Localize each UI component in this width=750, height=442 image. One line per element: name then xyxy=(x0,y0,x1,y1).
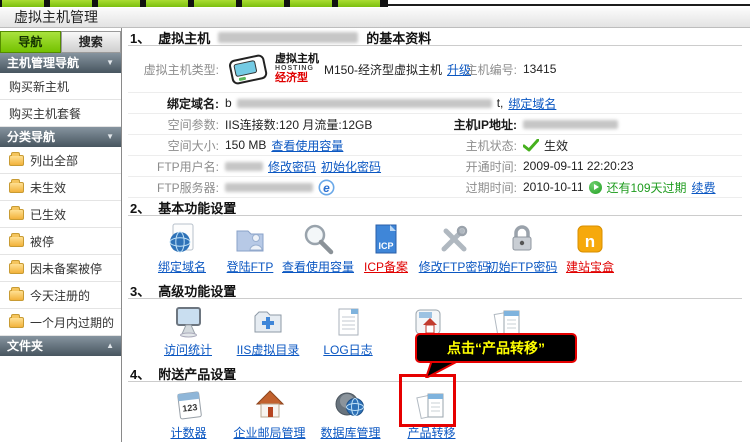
func-sitebuilder-box[interactable]: n 建站宝盒 xyxy=(556,222,624,275)
sidebar-section-host-management[interactable]: 主机管理导航 ▼ xyxy=(0,53,121,73)
censored-ip xyxy=(523,120,618,129)
padlock-icon xyxy=(505,222,539,256)
sidebar-item-stopped-no-icp[interactable]: 因未备案被停 xyxy=(0,255,121,282)
hosting-device-icon xyxy=(225,51,271,87)
bind-domain-link[interactable]: 绑定域名 xyxy=(508,95,556,112)
svg-text:ICP: ICP xyxy=(378,241,393,251)
sidebar-item-registered-today[interactable]: 今天注册的 xyxy=(0,282,121,309)
sidebar-item-inactive[interactable]: 未生效 xyxy=(0,174,121,201)
sidebar-section-category-nav[interactable]: 分类导航 ▼ xyxy=(0,127,121,147)
folder-icon xyxy=(9,236,24,247)
sidebar-item-buy-host-package[interactable]: 购买主机套餐 xyxy=(0,100,121,127)
table-row: 空间大小: 150 MB 查看使用容量 主机状态: 生效 xyxy=(128,135,742,156)
censored-domain xyxy=(237,99,492,108)
sidebar: 导航 搜索 主机管理导航 ▼ 购买新主机 购买主机套餐 分类导航 ▼ 列出全部 … xyxy=(0,28,122,442)
censored-ftp-user xyxy=(225,162,263,171)
censored-host-name xyxy=(218,32,358,43)
svg-text:123: 123 xyxy=(181,402,197,414)
section-1-heading: 1、 虚拟主机 的基本资料 xyxy=(128,28,742,46)
table-row: FTP服务器: e 过期时间: 2010-10-11 还有109天过期 续费 xyxy=(128,177,742,198)
svg-text:n: n xyxy=(585,232,595,251)
func-visit-stats[interactable]: 访问统计 xyxy=(148,305,228,358)
func-modify-ftp-password[interactable]: 修改FTP密码 xyxy=(420,222,488,275)
top-strip xyxy=(0,0,750,8)
nicebox-icon: n xyxy=(573,222,607,256)
icp-document-icon: ICP xyxy=(369,222,403,256)
func-iis-virtual-dir[interactable]: IIS虚拟目录 xyxy=(228,305,308,358)
days-left-icon xyxy=(589,181,602,194)
green-segment xyxy=(146,0,188,7)
func-mail-management[interactable]: 企业邮局管理 xyxy=(229,388,310,441)
func-ftp-login[interactable]: 登陆FTP xyxy=(216,222,284,275)
sidebar-section-folders[interactable]: 文件夹 ▲ xyxy=(0,336,121,356)
tools-icon xyxy=(437,222,471,256)
sidebar-item-list-all[interactable]: 列出全部 xyxy=(0,147,121,174)
table-row: 绑定域名: b t, 绑定域名 xyxy=(128,93,742,114)
callout-click-product-transfer: 点击“产品转移” xyxy=(415,333,577,363)
tab-search[interactable]: 搜索 xyxy=(61,31,122,53)
top-strip-tabs xyxy=(0,0,388,7)
folder-icon xyxy=(9,263,24,274)
green-segment xyxy=(338,0,380,7)
func-database-management[interactable]: 数据库管理 xyxy=(310,388,391,441)
censored-ftp-server xyxy=(225,183,313,192)
title-bar: 虚拟主机管理 xyxy=(0,8,750,28)
green-segment xyxy=(50,0,92,7)
status-ok-icon xyxy=(523,139,539,152)
change-password-link[interactable]: 修改密码 xyxy=(268,158,316,175)
func-view-usage[interactable]: 查看使用容量 xyxy=(284,222,352,275)
database-globe-icon xyxy=(334,388,368,422)
folder-icon xyxy=(9,155,24,166)
folder-icon xyxy=(9,182,24,193)
table-row: 虚拟主机类型: 虚拟主机 HOSTING xyxy=(128,46,742,93)
table-row: FTP用户名: 修改密码 初始化密码 开通时间: 2009-09-11 22:2… xyxy=(128,156,742,177)
sidebar-item-active[interactable]: 已生效 xyxy=(0,201,121,228)
green-segment xyxy=(242,0,284,7)
section-2-heading: 2、 基本功能设置 xyxy=(128,198,742,216)
page-title: 虚拟主机管理 xyxy=(14,9,98,25)
highlight-box-product-transfer xyxy=(399,374,456,427)
func-log[interactable]: LOG日志 xyxy=(308,305,388,358)
counter-123-icon: 123 xyxy=(172,388,206,422)
folder-plus-icon xyxy=(251,305,285,339)
ie-browser-icon[interactable]: e xyxy=(318,179,335,196)
monitor-icon xyxy=(171,305,205,339)
init-password-link[interactable]: 初始化密码 xyxy=(321,158,381,175)
green-segment xyxy=(290,0,332,7)
section-3-heading: 3、 高级功能设置 xyxy=(128,281,742,299)
func-bind-domain[interactable]: 绑定域名 xyxy=(148,222,216,275)
func-counter[interactable]: 123 计数器 xyxy=(148,388,229,441)
house-icon xyxy=(253,388,287,422)
host-info-table: 虚拟主机类型: 虚拟主机 HOSTING xyxy=(128,46,742,198)
green-segment xyxy=(98,0,140,7)
sidebar-item-expiring-in-month[interactable]: 一个月内过期的 xyxy=(0,309,121,336)
folder-icon xyxy=(9,209,24,220)
tab-navigation[interactable]: 导航 xyxy=(0,31,61,53)
renew-link[interactable]: 续费 xyxy=(692,179,716,196)
top-strip-line xyxy=(388,4,750,6)
folder-icon xyxy=(9,317,24,328)
sidebar-item-buy-new-host[interactable]: 购买新主机 xyxy=(0,73,121,100)
svg-text:e: e xyxy=(323,181,330,195)
chevron-down-icon: ▼ xyxy=(106,127,114,147)
chevron-down-icon: ▼ xyxy=(106,53,114,73)
sidebar-tabs: 导航 搜索 xyxy=(0,28,121,53)
log-document-icon xyxy=(331,305,365,339)
magnifier-icon xyxy=(301,222,335,256)
func-init-ftp-password[interactable]: 初始FTP密码 xyxy=(488,222,556,275)
basic-functions-row: 绑定域名 登陆FTP 查看使用容量 xyxy=(128,216,742,281)
chevron-up-icon: ▲ xyxy=(106,336,114,356)
view-usage-link[interactable]: 查看使用容量 xyxy=(271,137,343,154)
host-id-value: 13415 xyxy=(523,62,742,76)
folder-icon xyxy=(9,290,24,301)
globe-page-icon xyxy=(165,222,199,256)
green-segment xyxy=(2,0,44,7)
func-icp-record[interactable]: ICP ICP备案 xyxy=(352,222,420,275)
hosting-type-badge: 虚拟主机 HOSTING 经济型 xyxy=(225,51,319,87)
sidebar-item-stopped[interactable]: 被停 xyxy=(0,228,121,255)
green-segment xyxy=(194,0,236,7)
table-row: 空间参数: IIS连接数:120 月流量:12GB 主机IP地址: xyxy=(128,114,742,135)
ftp-folder-user-icon xyxy=(233,222,267,256)
